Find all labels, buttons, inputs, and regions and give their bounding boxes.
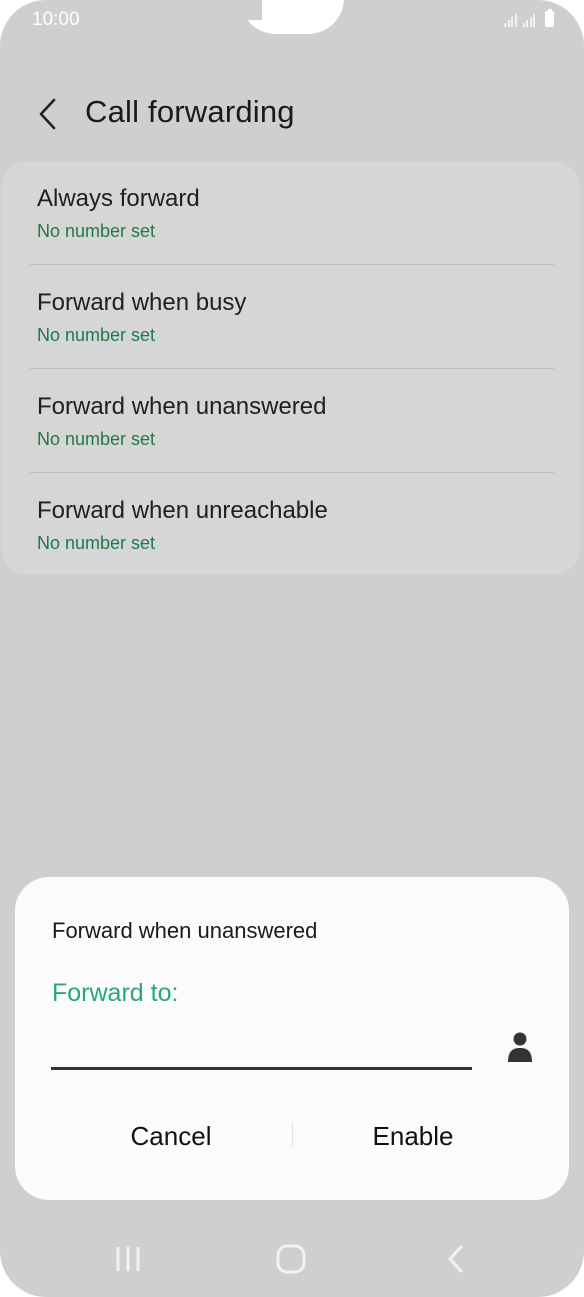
- option-title: Always forward: [37, 185, 200, 212]
- back-icon: [448, 1245, 463, 1273]
- status-time: 10:00: [32, 9, 80, 30]
- app-header: Call forwarding: [0, 86, 584, 142]
- contact-picker-button[interactable]: [501, 1027, 539, 1067]
- cancel-button[interactable]: Cancel: [51, 1109, 291, 1163]
- back-nav-button[interactable]: [416, 1224, 496, 1294]
- home-button[interactable]: [251, 1224, 331, 1294]
- person-icon: [508, 1032, 532, 1062]
- forward-number-input[interactable]: [51, 1015, 472, 1070]
- forwarding-options-list: Always forward No number set Forward whe…: [2, 161, 580, 575]
- forward-dialog: Forward when unanswered Forward to: Canc…: [15, 877, 569, 1200]
- signal-icon: [504, 11, 517, 27]
- camera-notch: [240, 0, 344, 34]
- enable-button[interactable]: Enable: [293, 1109, 533, 1163]
- option-forward-when-unreachable[interactable]: Forward when unreachable No number set: [2, 473, 580, 577]
- signal-icon: [522, 11, 535, 27]
- phone-screen: 10:00 Call forwarding Always forward No …: [0, 0, 584, 1297]
- option-forward-when-busy[interactable]: Forward when busy No number set: [2, 265, 580, 369]
- home-icon: [276, 1244, 306, 1274]
- status-icons: [504, 9, 554, 27]
- back-button[interactable]: [28, 92, 68, 136]
- recent-apps-button[interactable]: [88, 1224, 168, 1294]
- option-subtitle: No number set: [37, 325, 156, 345]
- option-title: Forward when unreachable: [37, 497, 328, 524]
- option-subtitle: No number set: [37, 221, 156, 241]
- page-title: Call forwarding: [85, 94, 295, 129]
- forward-to-label: Forward to:: [52, 979, 179, 1007]
- chevron-left-icon: [39, 98, 56, 130]
- dialog-title: Forward when unanswered: [52, 918, 318, 943]
- option-always-forward[interactable]: Always forward No number set: [2, 161, 580, 265]
- battery-icon: [545, 9, 554, 27]
- option-title: Forward when unanswered: [37, 393, 327, 420]
- option-title: Forward when busy: [37, 289, 247, 316]
- option-subtitle: No number set: [37, 533, 156, 553]
- navigation-bar: [0, 1224, 584, 1294]
- option-forward-when-unanswered[interactable]: Forward when unanswered No number set: [2, 369, 580, 473]
- recent-apps-icon: [116, 1247, 140, 1271]
- option-subtitle: No number set: [37, 429, 156, 449]
